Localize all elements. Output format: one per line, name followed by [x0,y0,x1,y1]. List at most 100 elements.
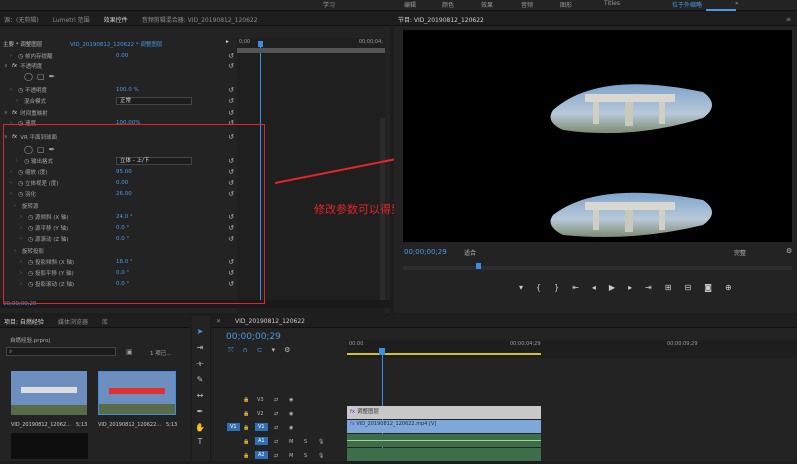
tab-library[interactable]: 库 [102,317,108,326]
source-patch-v1[interactable]: V1 [227,423,240,431]
tab-effect-controls[interactable]: 效果控件 [104,15,128,24]
lock-icon[interactable]: 🔒 [243,453,249,459]
camera-icon[interactable]: ◙ [704,283,712,292]
settings-icon[interactable]: ⚙ [284,346,290,355]
fit-select[interactable]: 适合 [464,248,476,257]
nav-titles[interactable]: Titles [604,0,620,7]
track-label-a1[interactable]: A1 [255,437,268,445]
reset-icon[interactable]: ↺ [227,109,235,117]
project-search[interactable]: ⌕ [6,347,116,356]
tab-audio-mixer[interactable]: 音频剪辑混合器: VID_20190812_120622 [142,15,258,24]
fx-icon[interactable]: fx [12,110,17,116]
effect-value[interactable]: 100.0 % [116,87,139,93]
track-label-a2[interactable]: A2 [255,451,268,459]
nav-audio[interactable]: 音频 [521,0,533,9]
nav-effects[interactable]: 效果 [481,0,493,9]
program-scrubber[interactable] [403,266,792,270]
effect-select[interactable]: 正常 [116,97,192,105]
stopwatch-icon[interactable]: ◷ [18,87,25,94]
expand-triangle-icon[interactable]: › [10,87,18,93]
nav-edit[interactable]: 编辑 [404,0,416,9]
master-clip-label[interactable]: 主要 * 调整图层 [3,40,42,48]
pen-mask-icon[interactable]: ✒ [49,72,56,81]
tab-project[interactable]: 项目: 自燃经验 [4,317,44,326]
program-title[interactable]: 节目: VID_20190812_120622 [398,15,484,24]
expand-triangle-icon[interactable]: ∨ [4,63,12,69]
video-clip[interactable]: fx VID_20190812_120622.mp4 [V] [347,420,541,433]
ripple-edit-icon[interactable]: ⟛ [194,358,206,370]
selection-tool-icon[interactable]: ➤ [194,326,206,338]
nav-color[interactable]: 颜色 [442,0,454,9]
hand-icon[interactable]: ✋ [194,422,206,434]
marker-icon[interactable]: ▾ [519,283,523,292]
thumbnail-1[interactable] [11,371,87,415]
tab-source[interactable]: 源：(无剪辑) [4,15,39,24]
rectangle-mask-icon[interactable]: ▢ [37,72,45,81]
out-point-icon[interactable]: } [554,283,559,292]
go-to-out-icon[interactable]: ⇥ [645,283,652,292]
expand-triangle-icon[interactable]: ∨ [4,110,12,116]
program-playhead[interactable] [476,263,481,269]
stopwatch-icon[interactable]: ◷ [18,53,25,60]
nav-learn[interactable]: 学习 [323,0,335,9]
reset-icon[interactable]: ↺ [227,97,235,105]
eye-icon[interactable]: ◉ [289,411,293,417]
add-marker-icon[interactable]: ▾ [272,346,276,355]
menu-icon[interactable]: ≡ [786,16,791,23]
sequence-clip-label[interactable]: VID_20190812_120622 * 调整图层 [70,40,162,48]
solo-icon[interactable]: S [304,453,307,459]
nav-graphics[interactable]: 图形 [560,0,572,9]
mic-icon[interactable]: 🎙 [318,453,324,459]
tab-media-browser[interactable]: 媒体浏览器 [58,317,88,326]
sync-icon[interactable]: ⇄ [274,397,278,403]
snap-icon[interactable]: ∩ [243,346,248,355]
mute-icon[interactable]: M [289,439,293,445]
timeline-timecode[interactable]: 00;00;00;29 [226,332,281,342]
insert-icon[interactable]: ⊞ [665,283,672,292]
step-forward-icon[interactable]: ▸ [628,283,632,292]
more-icon[interactable]: » [735,0,739,7]
video-frame[interactable] [403,30,792,242]
lock-icon[interactable]: 🔒 [243,425,249,431]
linked-icon[interactable]: ⊂ [257,346,263,355]
sync-icon[interactable]: ⇄ [274,411,278,417]
expand-triangle-icon[interactable]: › [10,53,18,59]
expand-triangle-icon[interactable]: › [16,98,24,104]
play-icon[interactable]: ▸ [226,39,229,45]
tab-sequence[interactable]: VID_20190812_120622 [235,318,305,325]
sync-icon[interactable]: ⇄ [274,425,278,431]
razor-icon[interactable]: ✎ [194,374,206,386]
nest-icon[interactable]: ⤧ [228,346,234,355]
track-select-icon[interactable]: ⇥ [194,342,206,354]
in-point-icon[interactable]: { [536,283,541,292]
sync-icon[interactable]: ⇄ [274,439,278,445]
overwrite-icon[interactable]: ⊟ [685,283,692,292]
ellipse-mask-icon[interactable]: ◯ [24,72,33,81]
nav-active-workspace[interactable]: 位于外缩略 [672,0,702,9]
adjustment-layer-clip[interactable]: fx 调整图层 [347,406,541,419]
work-area-bar[interactable] [347,353,541,355]
fx-icon[interactable]: fx [12,63,17,69]
type-tool-icon[interactable]: T [194,436,206,448]
lock-icon[interactable]: 🔒 [243,411,249,417]
track-label-v1[interactable]: V1 [255,423,268,431]
reset-icon[interactable]: ↺ [227,86,235,94]
step-back-icon[interactable]: ◂ [592,283,596,292]
lock-icon[interactable]: 🔒 [243,439,249,445]
thumbnail-2[interactable] [98,371,176,415]
lock-icon[interactable]: 🔒 [243,397,249,403]
reset-icon[interactable]: ↺ [227,52,235,60]
audio-clip-a2[interactable] [347,448,541,461]
slip-icon[interactable]: ↔ [194,390,206,402]
effect-value[interactable]: 0.00 [116,53,128,59]
audio-clip-a1[interactable] [347,434,541,447]
pen-icon[interactable]: ✒ [194,406,206,418]
play-button-icon[interactable]: ▶ [609,283,615,292]
mic-icon[interactable]: 🎙 [318,439,324,445]
time-ruler[interactable]: 00;00 00;00;04;29 00;00;09;29 [347,340,797,358]
button-editor-icon[interactable]: ⊕ [725,283,732,292]
solo-icon[interactable]: S [304,439,307,445]
sync-icon[interactable]: ⇄ [274,453,278,459]
quality-select[interactable]: 完整 [734,248,746,257]
mute-icon[interactable]: M [289,453,293,459]
